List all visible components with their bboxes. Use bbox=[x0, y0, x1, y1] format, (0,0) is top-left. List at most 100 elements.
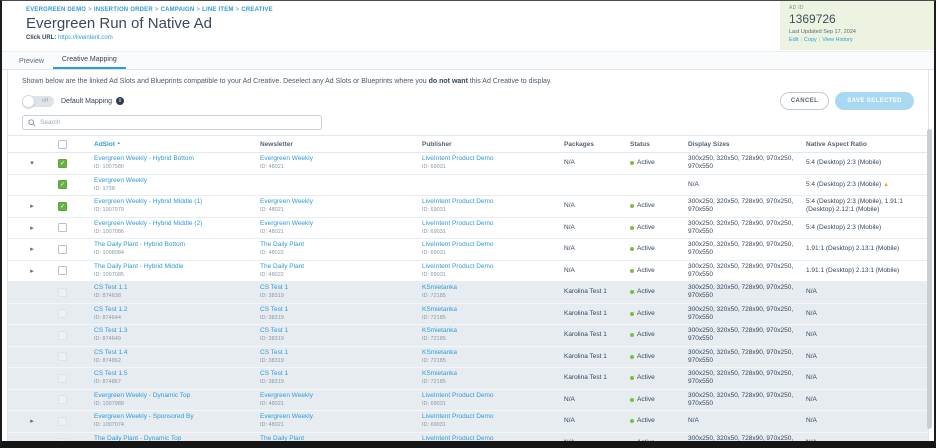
expand-chevron-icon[interactable]: ▸ bbox=[20, 202, 44, 210]
newsletter-link[interactable]: CS Test 1 bbox=[260, 284, 288, 291]
adslot-id: ID: 874638 bbox=[94, 293, 121, 299]
breadcrumb-line-item[interactable]: LINE ITEM bbox=[202, 7, 233, 13]
adslot-link[interactable]: CS Test 1.1 bbox=[94, 284, 127, 291]
aspect-ratio-text: N/A bbox=[806, 396, 817, 403]
search-input[interactable] bbox=[40, 119, 316, 126]
publisher-link[interactable]: KSmietanka bbox=[422, 370, 457, 377]
row-checkbox[interactable] bbox=[58, 245, 67, 254]
column-packages[interactable]: Packages bbox=[564, 141, 630, 148]
column-aspect-ratio[interactable]: Native Aspect Ratio bbox=[806, 141, 918, 148]
column-status[interactable]: Status bbox=[630, 141, 688, 148]
row-checkbox[interactable] bbox=[58, 223, 67, 232]
column-adslot[interactable]: AdSlot ▲ bbox=[88, 140, 260, 148]
publisher-link[interactable]: KSmietanka bbox=[422, 349, 457, 356]
table-row: CS Test 1.1 ID: 874638 CS Test 1 ID: 383… bbox=[8, 282, 928, 304]
column-newsletter[interactable]: Newsletter bbox=[260, 141, 422, 148]
save-selected-button[interactable]: SAVE SELECTED bbox=[835, 92, 914, 110]
publisher-link[interactable]: KSmietanka bbox=[422, 327, 457, 334]
status-cell: Active bbox=[630, 396, 688, 404]
publisher-id: ID: 72185 bbox=[422, 315, 446, 321]
expand-chevron-icon[interactable]: ▾ bbox=[20, 159, 44, 167]
column-display-sizes[interactable]: Display Sizes bbox=[688, 141, 806, 148]
adslot-link[interactable]: Evergreen Weekly - Hybrid Middle (1) bbox=[94, 198, 202, 205]
adslot-link[interactable]: Evergreen Weekly - Sponsored By bbox=[94, 413, 194, 420]
select-all-checkbox[interactable] bbox=[58, 140, 67, 149]
publisher-link[interactable]: LiveIntent Product Demo bbox=[422, 241, 494, 248]
publisher-link[interactable]: LiveIntent Product Demo bbox=[422, 220, 494, 227]
expand-chevron-icon[interactable]: ▸ bbox=[20, 245, 44, 253]
description-emphasis: do not want bbox=[429, 78, 468, 85]
newsletter-link[interactable]: CS Test 1 bbox=[260, 306, 288, 313]
adslot-link[interactable]: The Daily Plant - Hybrid Middle bbox=[94, 263, 184, 270]
newsletter-link[interactable]: Evergreen Weekly bbox=[260, 155, 313, 162]
aspect-ratio-text: N/A bbox=[806, 331, 817, 338]
adslot-link[interactable]: The Daily Plant - Hybrid Bottom bbox=[94, 241, 185, 248]
expand-chevron-icon[interactable]: ▸ bbox=[20, 224, 44, 232]
row-checkbox[interactable]: ✓ bbox=[58, 159, 67, 168]
publisher-link[interactable]: LiveIntent Product Demo bbox=[422, 198, 494, 205]
table-row: CS Test 1.4 ID: 874862 CS Test 1 ID: 383… bbox=[8, 347, 928, 369]
row-checkbox bbox=[58, 331, 67, 340]
breadcrumb-advertiser[interactable]: EVERGREEN DEMO bbox=[26, 7, 86, 13]
edit-link[interactable]: Edit bbox=[789, 37, 798, 43]
adslot-cell: Evergreen Weekly - Sponsored By ID: 1007… bbox=[88, 413, 260, 429]
copy-link[interactable]: Copy bbox=[804, 37, 817, 43]
row-checkbox[interactable]: ✓ bbox=[58, 180, 67, 189]
adslot-link[interactable]: CS Test 1.5 bbox=[94, 370, 127, 377]
newsletter-id: ID: 48021 bbox=[260, 401, 284, 407]
publisher-link[interactable]: LiveIntent Product Demo bbox=[422, 435, 494, 442]
search-box[interactable] bbox=[22, 115, 322, 130]
adslot-link[interactable]: Evergreen Weekly - Hybrid Middle (2) bbox=[94, 220, 202, 227]
adslot-link[interactable]: CS Test 1.4 bbox=[94, 349, 127, 356]
adslot-cell: Evergreen Weekly - Hybrid Middle (1) ID:… bbox=[88, 198, 260, 214]
status-label: Active bbox=[637, 224, 655, 232]
newsletter-link[interactable]: The Daily Plant bbox=[260, 263, 304, 270]
status-label: Active bbox=[637, 288, 655, 296]
tab-preview[interactable]: Preview bbox=[10, 54, 53, 69]
adslot-link[interactable]: Evergreen Weekly - Hybrid Bottom bbox=[94, 155, 194, 162]
view-history-link[interactable]: View History bbox=[822, 37, 852, 43]
newsletter-link[interactable]: The Daily Plant bbox=[260, 241, 304, 248]
publisher-link[interactable]: LiveIntent Product Demo bbox=[422, 413, 494, 420]
info-icon[interactable]: i bbox=[116, 97, 124, 105]
newsletter-cell: Evergreen Weekly ID: 48021 bbox=[260, 392, 422, 408]
cancel-button[interactable]: CANCEL bbox=[780, 92, 829, 110]
adslot-link[interactable]: Evergreen Weekly - Dynamic Top bbox=[94, 392, 190, 399]
status-cell: Active bbox=[630, 224, 688, 232]
publisher-link[interactable]: LiveIntent Product Demo bbox=[422, 392, 494, 399]
click-url-link[interactable]: https://liveintent.com bbox=[58, 35, 113, 41]
expand-chevron-icon[interactable]: ▸ bbox=[20, 267, 44, 275]
adslot-link[interactable]: CS Test 1.3 bbox=[94, 327, 127, 334]
newsletter-link[interactable]: CS Test 1 bbox=[260, 327, 288, 334]
row-checkbox[interactable]: ✓ bbox=[58, 202, 67, 211]
table-row: ▸ ✓ Evergreen Weekly - Hybrid Middle (1)… bbox=[8, 196, 928, 218]
adslot-link[interactable]: Evergreen Weekly bbox=[94, 177, 147, 184]
publisher-link[interactable]: KSmietanka bbox=[422, 306, 457, 313]
default-mapping-toggle[interactable]: off bbox=[22, 96, 54, 107]
row-checkbox[interactable] bbox=[58, 266, 67, 275]
breadcrumb-campaign[interactable]: CAMPAIGN bbox=[161, 7, 195, 13]
publisher-link[interactable]: KSmietanka bbox=[422, 284, 457, 291]
tab-creative-mapping[interactable]: Creative Mapping bbox=[53, 52, 126, 69]
breadcrumb-creative[interactable]: CREATIVE bbox=[241, 7, 273, 13]
vertical-scrollbar[interactable] bbox=[927, 129, 932, 429]
newsletter-link[interactable]: Evergreen Weekly bbox=[260, 198, 313, 205]
newsletter-link[interactable]: Evergreen Weekly bbox=[260, 220, 313, 227]
newsletter-link[interactable]: Evergreen Weekly bbox=[260, 413, 313, 420]
breadcrumb-insertion-order[interactable]: INSERTION ORDER bbox=[94, 7, 153, 13]
publisher-id: ID: 72185 bbox=[422, 293, 446, 299]
publisher-id: ID: 69031 bbox=[422, 272, 446, 278]
publisher-link[interactable]: LiveIntent Product Demo bbox=[422, 263, 494, 270]
click-url-label: Click URL: bbox=[26, 35, 56, 41]
expand-chevron-icon[interactable]: ▸ bbox=[20, 417, 44, 425]
newsletter-link[interactable]: Evergreen Weekly bbox=[260, 392, 313, 399]
status-label: Active bbox=[637, 267, 655, 275]
adslot-link[interactable]: CS Test 1.2 bbox=[94, 306, 127, 313]
publisher-link[interactable]: LiveIntent Product Demo bbox=[422, 155, 494, 162]
newsletter-link[interactable]: The Daily Plant bbox=[260, 435, 304, 442]
newsletter-link[interactable]: CS Test 1 bbox=[260, 370, 288, 377]
column-publisher[interactable]: Publisher bbox=[422, 141, 564, 148]
newsletter-link[interactable]: CS Test 1 bbox=[260, 349, 288, 356]
packages-cell: N/A bbox=[564, 245, 630, 253]
adslot-link[interactable]: The Daily Plant - Dynamic Top bbox=[94, 435, 181, 442]
